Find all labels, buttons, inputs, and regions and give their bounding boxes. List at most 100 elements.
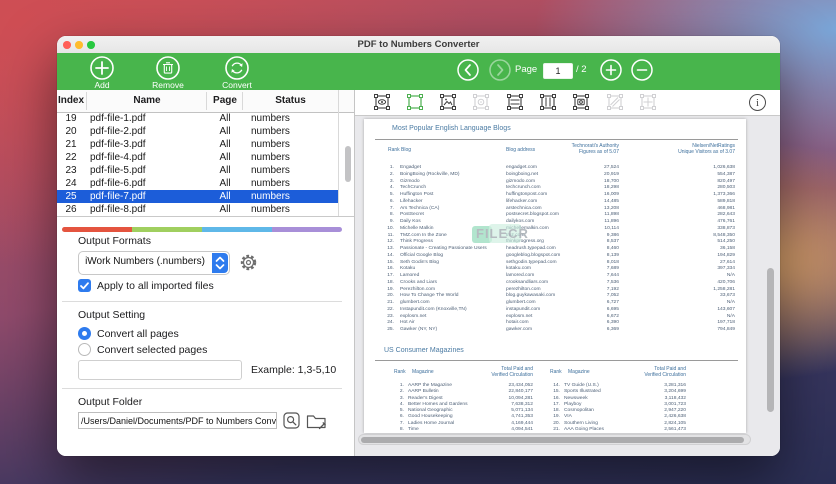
main-toolbar: Add Remove Convert Page 1 / 2 [57,53,780,91]
file-table-body: 19 pdf-file-1.pdf All numbers 20 pdf-file-2.p… [57,112,338,216]
capture-region-icon[interactable] [571,92,591,117]
choose-folder-icon [306,415,326,430]
file-row[interactable]: 24 pdf-file-6.pdf All numbers [57,177,338,190]
file-table-scrollbar-thumb[interactable] [345,146,351,182]
pdf-preview-page: Most Popular English Language Blogs Rank… [364,119,746,433]
reveal-search-icon [283,412,300,429]
rainbow-divider [62,227,342,232]
convert-selected-pages-label: Convert selected pages [97,344,208,356]
output-formats-label: Output Formats [78,235,151,247]
header-name: Name [133,95,161,106]
format-dropdown-value: iWork Numbers (.numbers) [85,256,205,267]
blogs-header-visitors: Nielsen/NetRatings Unique Visitors as of… [678,143,735,156]
format-dropdown[interactable]: iWork Numbers (.numbers) [78,251,230,275]
markup-toolbar: i [355,90,780,116]
remove-button[interactable]: Remove [138,55,198,90]
blog-row: 9. Daily Kos dailykos.com 11,896 476,761 [389,219,735,224]
magazines-header-circulation-right: Total Paid and Verified Circulation [644,366,686,379]
preview-eye-icon[interactable] [372,92,392,117]
page-total-label: / 2 [576,64,587,75]
checkmark-icon [80,282,89,290]
magazine-row: 21. AAA Going Places 2,561,473 [553,427,686,433]
blog-row: 25. Gawker (NY, NY) gawker.com 6,369 794,849 [387,327,735,332]
remove-label: Remove [152,80,184,90]
watermark: FILECR [472,223,542,245]
title-bar: PDF to Numbers Converter [57,36,780,54]
add-button[interactable]: Add [72,55,132,90]
blog-row: 5. Huffington Post huffingtonpost.com 16,00… [389,192,735,197]
page-label: Page [515,64,538,75]
blog-row: 24. Hot Air hotair.com 6,390 197,718 [387,320,735,326]
file-row[interactable]: 19 pdf-file-1.pdf All numbers [57,112,338,125]
reveal-folder-button[interactable] [283,412,300,434]
format-settings-button[interactable] [238,252,259,278]
convert-button[interactable]: Convert [207,55,267,90]
page-range-input[interactable] [78,360,242,380]
output-folder-label: Output Folder [78,396,143,408]
blog-row: 20. How To Change The World blog.guykawasa… [387,293,735,299]
blogs-header-blog: Blog [401,147,412,153]
add-label: Add [94,80,110,90]
preview-vertical-scrollbar[interactable] [767,268,774,412]
watermark-text: FILECR [476,226,529,241]
remove-trash-icon [156,56,180,80]
output-folder-path-field[interactable]: /Users/Daniel/Documents/PDF to Numbers C… [78,412,277,429]
convert-selected-pages-radio[interactable] [78,343,91,356]
blogs-table-body: 1. Engadget engadget.com 27,524 1,026,638 2. B… [364,165,746,334]
preview-horizontal-scrollbar[interactable] [358,434,751,445]
blog-row: 14. Official Google Blog googleblog.blogsp… [387,252,735,258]
table-columns-icon[interactable] [538,92,558,117]
blog-row: 13. Passionate - Creating Passionate User… [387,246,735,251]
blog-row: 6. Lifehacker lifehacker.com 14,485 589,818 [389,198,735,204]
gear-icon [240,254,257,271]
convert-all-pages-radio[interactable] [78,327,91,340]
blogs-header-address: Blog address [506,147,536,153]
apply-all-label: Apply to all imported files [97,280,214,292]
info-icon[interactable]: i [749,94,766,111]
table-rows-icon[interactable] [505,92,525,117]
blog-row: 17. Lamored lamored.com 7,644 N/A [387,273,735,278]
magazines-header-rank-right: Rank [550,369,562,375]
image-region-icon[interactable] [438,92,458,117]
blogs-header-rank: Rank [388,147,400,153]
zoom-out-icon[interactable] [631,59,653,81]
header-index: Index [57,95,85,106]
choose-folder-button[interactable] [306,412,327,435]
file-row[interactable]: 25 pdf-file-7.pdf All numbers [57,190,338,203]
blog-row: 18. Crooks and Liars crooksandliars.com 7,5… [387,279,735,285]
file-row[interactable]: 22 pdf-file-4.pdf All numbers [57,151,338,164]
blogs-table-title: Most Popular English Language Blogs [392,125,511,132]
app-window: PDF to Numbers Converter Add Remove Conv… [57,36,780,456]
preview-horizontal-scrollbar-thumb[interactable] [361,436,744,443]
blog-row: 15. Seth Godin's Blog sethgodin.typepad.co… [387,259,735,265]
blog-row: 12. Think Progress thinkprogress.org 8,537 5… [387,239,735,245]
blog-row: 8. PostSecret postsecret.blogspot.com 11,89… [389,212,735,218]
preview-panel: i Most Popular English Language Blogs Ra… [354,90,780,456]
file-table-header: Index Name Page Status [57,90,354,113]
file-row[interactable]: 26 pdf-file-8.pdf All numbers [57,203,338,216]
grid-region-icon [638,92,658,117]
blog-row: 16. Kotaku kotaku.com 7,689 397,334 [387,266,735,272]
apply-all-checkbox[interactable] [78,279,91,292]
disc-region-icon [471,92,491,117]
file-table-scrollbar[interactable] [338,90,355,216]
file-row[interactable]: 23 pdf-file-5.pdf All numbers [57,164,338,177]
page-number-input[interactable]: 1 [543,63,573,79]
magazines-header-magazine-left: Magazine [412,369,434,375]
convert-all-pages-label: Convert all pages [97,328,179,340]
magazines-table-title: US Consumer Magazines [384,347,464,354]
blog-row: 4. TechCrunch techcrunch.com 18,298 280,503 [389,185,735,191]
back-icon[interactable] [457,59,479,81]
magazines-header-magazine-right: Magazine [568,369,590,375]
file-row[interactable]: 20 pdf-file-2.pdf All numbers [57,125,338,138]
blog-row: 10. Michelle Malkin michellemalkin.com 10,1… [387,225,735,231]
file-row[interactable]: 21 pdf-file-3.pdf All numbers [57,138,338,151]
range-example-label: Example: 1,3-5,10 [251,364,337,376]
magazines-header-circulation-left: Total Paid and Verified Circulation [491,366,533,379]
blog-row: 22. Instapundit.com (Knoxville,TN) instapu… [387,306,735,312]
convert-label: Convert [222,80,252,90]
zoom-in-icon[interactable] [600,59,622,81]
magazines-table-right: 14. TV Guide (U.S.) 3,281,316 15. Sports Ill… [364,383,746,433]
selection-frame-icon[interactable] [405,92,425,117]
convert-refresh-icon [225,56,249,80]
